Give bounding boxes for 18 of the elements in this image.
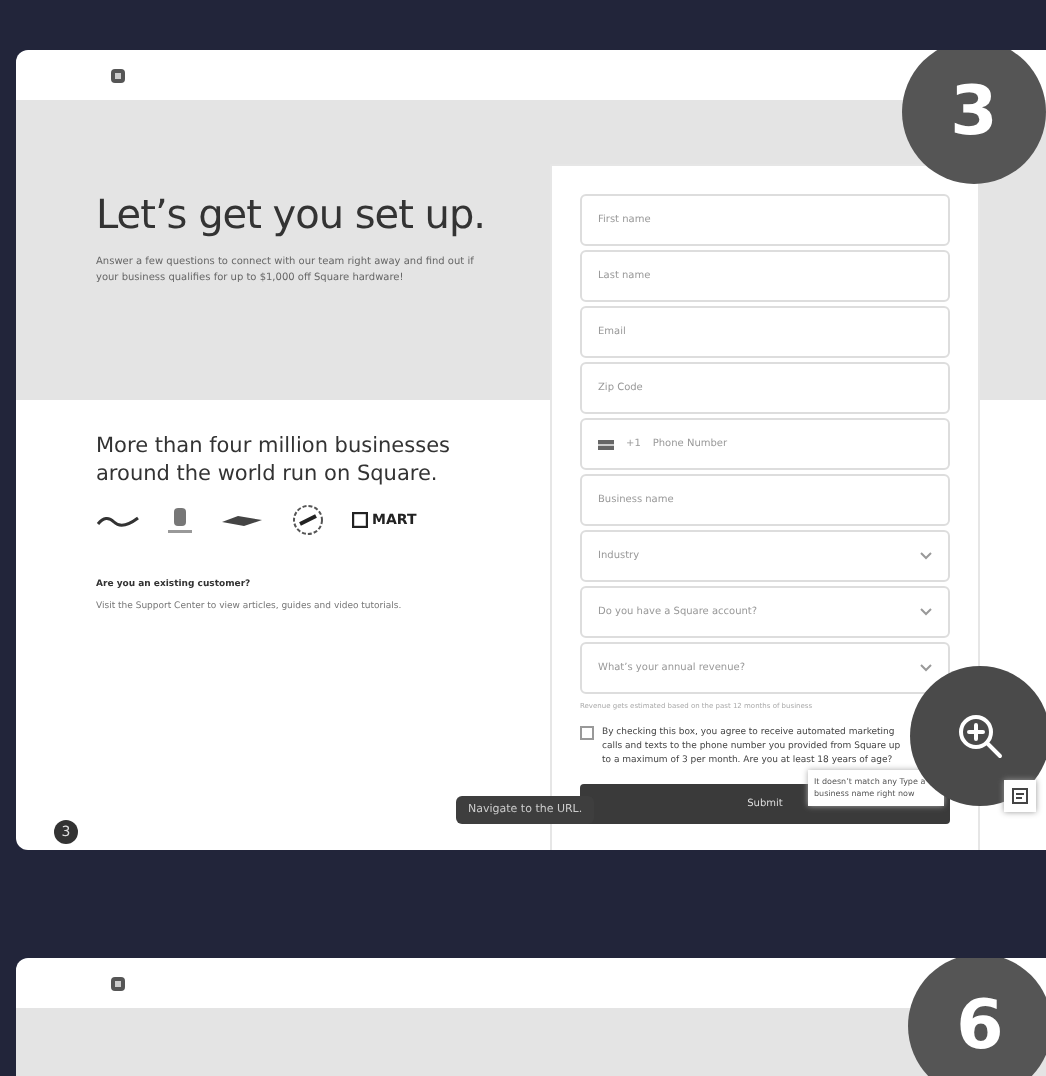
trust-heading: More than four million businesses around the world run on Square. xyxy=(96,432,453,488)
zoom-in-icon xyxy=(956,712,1004,760)
logo-icon xyxy=(110,975,126,991)
brand-logo-icon xyxy=(168,506,192,534)
step-badge: 6 xyxy=(908,958,1046,1076)
brand-logo-icon xyxy=(220,512,264,528)
chevron-down-icon xyxy=(920,608,932,616)
brand-logo-icon xyxy=(292,504,324,536)
brand-logo-icon xyxy=(96,512,140,528)
chevron-down-icon xyxy=(920,552,932,560)
logo-icon xyxy=(110,67,126,83)
consent-checkbox[interactable] xyxy=(580,726,594,740)
hero-title: Let’s get you set up. xyxy=(96,190,486,238)
square-logo-icon xyxy=(352,512,368,528)
chat-button[interactable] xyxy=(1004,780,1036,812)
chevron-down-icon xyxy=(920,664,932,672)
chat-icon xyxy=(1012,788,1028,804)
flag-icon xyxy=(598,439,614,449)
